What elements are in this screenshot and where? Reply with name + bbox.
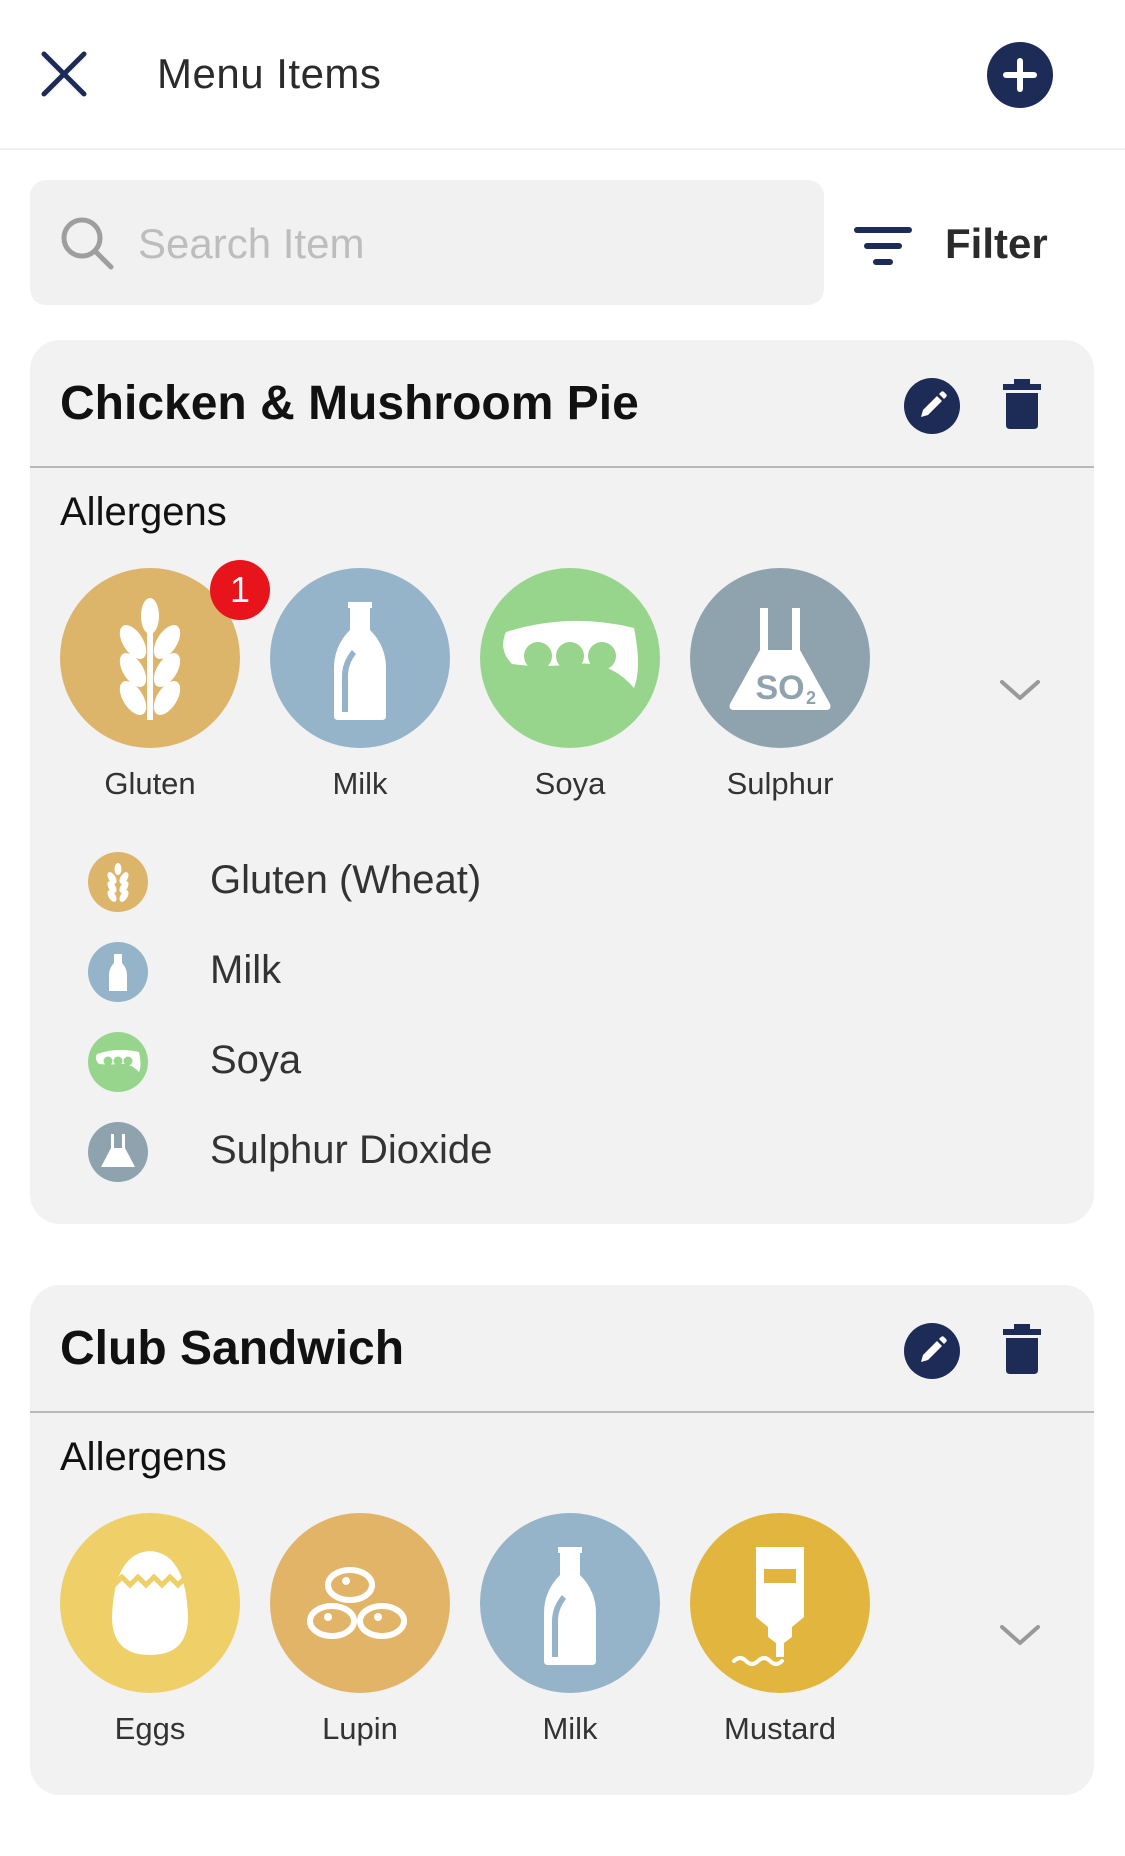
allergen-detail-label: Sulphur Dioxide	[210, 1128, 493, 1172]
svg-text:SO: SO	[755, 669, 804, 707]
filter-button[interactable]: Filter	[853, 200, 1093, 290]
allergen-mustard[interactable]: Mustard	[690, 1513, 870, 1747]
allergen-milk[interactable]: Milk	[480, 1513, 660, 1747]
allergen-detail-label: Soya	[210, 1038, 302, 1082]
allergen-name: Milk	[542, 1711, 598, 1746]
search-icon	[61, 217, 114, 270]
wheat-icon: 1	[60, 560, 270, 748]
allergen-sulphur[interactable]: SO 2 Sulphur	[690, 568, 870, 802]
search-input[interactable]	[136, 208, 800, 280]
trash-icon	[1003, 1324, 1041, 1374]
allergen-name: Gluten	[104, 766, 196, 801]
allergen-name: Milk	[332, 766, 388, 801]
so2-flask-icon	[88, 1122, 148, 1182]
allergen-name: Mustard	[724, 1711, 836, 1746]
menu-item-card: Club Sandwich Allergens Eggs Lupin Milk …	[30, 1285, 1094, 1795]
filter-label: Filter	[945, 220, 1048, 267]
menu-item-title: Chicken & Mushroom Pie	[60, 377, 639, 430]
milk-bottle-icon	[270, 568, 450, 748]
allergens-label: Allergens	[60, 1435, 227, 1479]
add-menu-item-button[interactable]	[987, 42, 1053, 108]
allergen-lupin[interactable]: Lupin	[270, 1513, 450, 1747]
mustard-bottle-icon	[690, 1513, 870, 1693]
wheat-icon	[88, 852, 148, 912]
close-button[interactable]	[36, 46, 92, 102]
allergen-eggs[interactable]: Eggs	[60, 1513, 240, 1747]
so2-flask-icon: SO 2	[690, 568, 870, 748]
pencil-icon	[921, 391, 947, 417]
delete-button[interactable]	[1000, 378, 1044, 430]
pencil-icon	[921, 1336, 947, 1362]
filter-lines-icon	[854, 227, 912, 265]
allergen-detail-label: Milk	[210, 948, 282, 992]
allergens-label: Allergens	[60, 490, 227, 534]
menu-item-title: Club Sandwich	[60, 1322, 405, 1375]
chevron-down-icon[interactable]	[998, 1621, 1042, 1649]
edit-button[interactable]	[904, 1323, 960, 1379]
milk-bottle-icon	[480, 1513, 660, 1693]
allergen-name: Lupin	[322, 1711, 398, 1746]
chevron-down-icon[interactable]	[998, 676, 1042, 704]
allergen-gluten[interactable]: 1 Gluten	[60, 560, 270, 802]
edit-button[interactable]	[904, 378, 960, 434]
allergen-name: Sulphur	[726, 766, 834, 801]
allergen-soya[interactable]: Soya	[480, 568, 660, 802]
trash-icon	[1003, 379, 1041, 429]
card-divider	[30, 1411, 1094, 1413]
lupin-beans-icon	[270, 1513, 450, 1693]
egg-icon	[60, 1513, 240, 1693]
soya-pod-icon	[88, 1032, 148, 1092]
soya-pod-icon	[480, 568, 660, 748]
svg-text:2: 2	[806, 688, 816, 708]
menu-item-card: Chicken & Mushroom Pie Allergens 1 Glute…	[30, 340, 1094, 1224]
allergen-detail-label: Gluten (Wheat)	[210, 858, 482, 902]
plus-circle-icon	[1003, 58, 1037, 92]
search-bar	[30, 180, 824, 305]
notification-badge: 1	[210, 560, 270, 620]
allergen-name: Eggs	[114, 1711, 186, 1746]
milk-bottle-icon	[88, 942, 148, 1002]
delete-button[interactable]	[1000, 1323, 1044, 1375]
app-header: Menu Items	[0, 0, 1125, 150]
allergen-milk[interactable]: Milk	[270, 568, 450, 802]
page-title: Menu Items	[157, 50, 382, 97]
card-divider	[30, 466, 1094, 468]
allergen-name: Soya	[534, 766, 606, 801]
close-icon	[41, 51, 87, 97]
